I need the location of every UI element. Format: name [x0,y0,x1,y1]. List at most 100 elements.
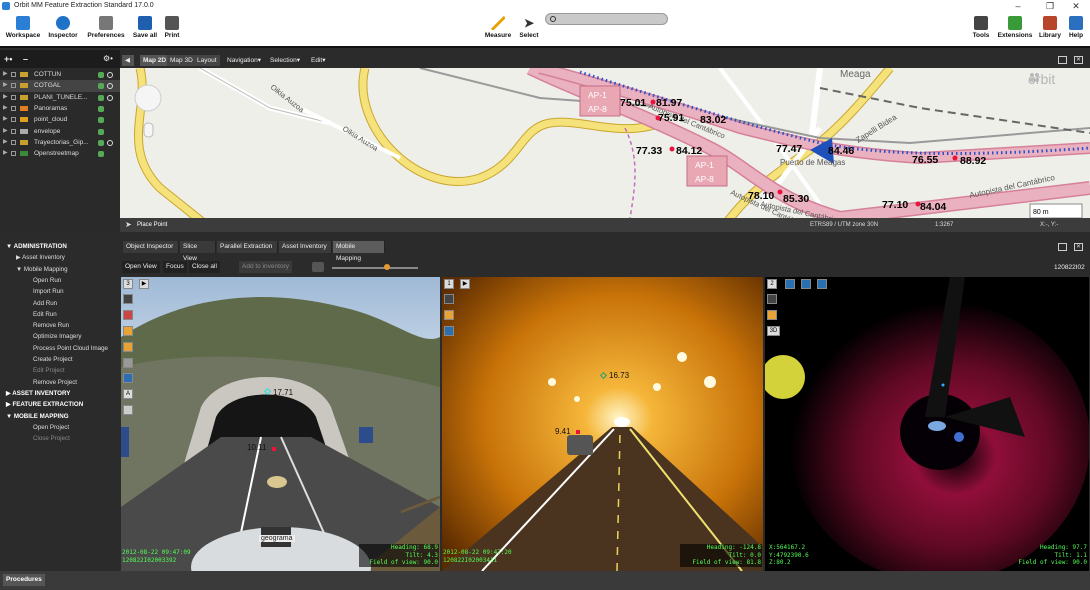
point-cloud-view-2[interactable]: 2 3D X:564167.2 Y:4792390.6 Z:80.2 Headi… [765,277,1089,571]
tree-item[interactable]: Process Point Cloud Image [33,343,108,354]
camera-icon[interactable] [785,279,795,289]
close-all-button[interactable]: Close all [189,261,220,273]
expand-icon[interactable]: ▶ [3,137,8,148]
layer-toggle-icon[interactable] [123,310,133,320]
tree-item[interactable]: ▶ Asset Inventory [16,252,65,263]
workspace-button[interactable]: Workspace [4,14,42,46]
extensions-button[interactable]: Extensions [996,14,1034,46]
search-input[interactable] [545,13,668,25]
measure-button[interactable]: Measure [482,14,514,46]
tab-slice-view[interactable]: Slice View [180,241,216,262]
tree-item[interactable]: Close Project [33,433,70,444]
tools-button[interactable]: Tools [968,14,994,46]
layer-item[interactable]: ▶ envelope [0,126,120,137]
tree-section[interactable]: ▼ MOBILE MAPPING [6,411,69,422]
image-icon[interactable] [123,373,133,383]
visibility-checkbox[interactable] [11,117,16,123]
layer-tool-icon[interactable] [98,105,104,112]
grid-icon[interactable] [123,358,133,368]
visibility-checkbox[interactable] [11,128,16,134]
layer-tool-icon[interactable] [98,117,104,124]
expand-icon[interactable]: ▶ [3,80,8,91]
layer-item[interactable]: ▶ Openstreetmap [0,148,120,159]
library-button[interactable]: Library [1036,14,1064,46]
inspector-button[interactable]: Inspector [45,14,81,46]
rotate-icon[interactable] [767,294,777,304]
panorama-view-3[interactable]: 3 ▶ A 17.71 10.11 geograma 2012-08-22 09… [121,277,440,571]
layer-tool-icon[interactable] [98,151,104,158]
help-button[interactable]: Help [1066,14,1086,46]
visibility-checkbox[interactable] [11,151,16,157]
map-2d-view[interactable]: orbit Meaga Oikia Auzoa Oikia Auzoa Puer… [120,68,1090,232]
cloud-icon[interactable] [801,279,811,289]
add-layer-icon[interactable]: +• [4,54,12,64]
tree-toggle-icon[interactable]: ▼ [6,243,14,250]
restore-icon[interactable]: ❐ [1036,0,1064,12]
tree-item[interactable]: Open Run [33,275,61,286]
tree-item[interactable]: Remove Run [33,320,69,331]
play-icon[interactable]: ▶ [460,279,470,289]
tree-item[interactable]: Optimize Imagery [33,331,81,342]
edit-menu[interactable]: Edit▾ [308,55,328,66]
layer-tool-icon[interactable] [98,128,104,135]
add-to-inventory-button[interactable]: Add to inventory [239,261,292,273]
views-maximize-icon[interactable] [1058,243,1067,251]
expand-icon[interactable]: ▶ [3,148,8,159]
tree-item[interactable]: Open Project [33,422,69,433]
tab-map-2d[interactable]: Map 2D [140,55,170,66]
expand-icon[interactable]: ▶ [3,114,8,125]
layer-status-icon[interactable] [107,139,113,146]
opacity-slider[interactable] [332,264,418,270]
map-float-icon[interactable]: ✕ [1074,56,1083,64]
tree-item[interactable]: Import Run [33,286,64,297]
point-tool-icon[interactable] [123,342,133,352]
layer-status-icon[interactable] [107,72,113,78]
tree-section[interactable]: ▶ ASSET INVENTORY [6,388,70,399]
minimize-icon[interactable]: – [1004,0,1032,12]
print-button[interactable]: Print [161,14,183,46]
layer-tool-icon[interactable] [98,94,104,101]
tree-item[interactable]: Remove Project [33,377,77,388]
tab-asset-inventory[interactable]: Asset Inventory [279,241,332,253]
measure-tool-icon[interactable] [444,310,454,320]
visibility-checkbox[interactable] [11,83,16,89]
tab-object-inspector[interactable]: Object Inspector [123,241,179,253]
tree-item[interactable]: Add Run [33,298,57,309]
layer-tool-icon[interactable] [98,72,104,78]
expand-icon[interactable]: ▶ [3,103,8,114]
tab-layout[interactable]: Layout [194,55,220,66]
layer-status-icon[interactable] [107,83,113,90]
tab-parallel-extraction[interactable]: Parallel Extraction [217,241,278,253]
tab-map-3d[interactable]: Map 3D [167,55,196,66]
close-icon[interactable]: ✕ [1062,0,1090,12]
measure-tool-icon[interactable] [767,310,777,320]
expand-icon[interactable]: ▶ [3,69,8,80]
preferences-button[interactable]: Preferences [84,14,128,46]
visibility-checkbox[interactable] [11,105,16,111]
tree-toggle-icon[interactable]: ▼ [6,413,14,420]
visibility-checkbox[interactable] [11,72,16,77]
layer-tool-icon[interactable] [98,139,104,146]
expand-icon[interactable]: ▶ [3,92,8,103]
layer-item[interactable]: ▶ COTGAL [0,80,120,92]
layer-settings-icon[interactable]: ⚙• [103,50,113,68]
info-icon[interactable] [123,405,133,415]
layer-status-icon[interactable] [107,94,113,101]
text-icon[interactable]: A [123,389,133,399]
tree-section[interactable]: ▶ FEATURE EXTRACTION [6,399,83,410]
views-float-icon[interactable]: ✕ [1074,243,1083,251]
tree-section[interactable]: ▼ ADMINISTRATION [6,241,67,252]
settings-icon[interactable] [312,262,324,272]
panorama-view-1[interactable]: 1 ▶ 16.73 9.41 2012-08-22 09:47:20 12082… [442,277,763,571]
measure-tool-icon[interactable] [123,326,133,336]
map-maximize-icon[interactable] [1058,56,1067,64]
navigation-menu[interactable]: Navigation▾ [224,55,264,66]
tab-mobile-mapping[interactable]: Mobile Mapping [333,241,385,262]
select-button[interactable]: ➤ Select [516,14,542,46]
tree-item[interactable]: Create Project [33,354,73,365]
procedures-tab[interactable]: Procedures [3,574,45,586]
play-icon[interactable]: ▶ [139,279,149,289]
rotate-icon[interactable] [444,294,454,304]
tree-item[interactable]: Edit Run [33,309,57,320]
focus-button[interactable]: Focus [163,261,187,273]
